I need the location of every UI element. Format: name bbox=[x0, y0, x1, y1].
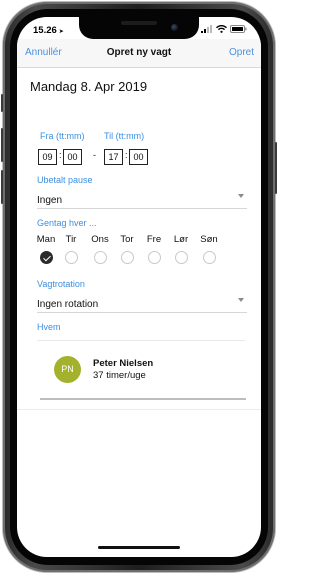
pause-label: Ubetalt pause bbox=[37, 175, 93, 185]
volume-down-button bbox=[1, 170, 3, 204]
from-hour-input[interactable]: 09 bbox=[38, 149, 57, 165]
wifi-icon bbox=[216, 25, 227, 33]
day-checkbox-fri[interactable] bbox=[148, 251, 161, 264]
create-button[interactable]: Opret bbox=[229, 47, 254, 58]
chevron-down-icon bbox=[238, 298, 244, 302]
speaker-grille bbox=[121, 21, 157, 25]
pause-select[interactable]: Ingen bbox=[37, 190, 247, 209]
signal-icon bbox=[201, 25, 212, 33]
to-minute-input[interactable]: 00 bbox=[129, 149, 148, 165]
day-label-mon: Man bbox=[36, 234, 56, 245]
rotation-select[interactable]: Ingen rotation bbox=[37, 294, 247, 313]
repeat-label: Gentag hver ... bbox=[37, 218, 97, 228]
from-time-label: Fra (tt:mm) bbox=[40, 131, 85, 141]
day-checkbox-wed[interactable] bbox=[94, 251, 107, 264]
shift-date[interactable]: Mandag 8. Apr 2019 bbox=[30, 79, 147, 94]
day-label-wed: Ons bbox=[91, 234, 109, 245]
from-minute-input[interactable]: 00 bbox=[63, 149, 82, 165]
status-time: 15.26 ➤ bbox=[33, 25, 64, 36]
location-arrow-icon: ➤ bbox=[58, 29, 64, 35]
pause-underline bbox=[37, 208, 247, 209]
to-hour-input[interactable]: 17 bbox=[104, 149, 123, 165]
person-name: Peter Nielsen bbox=[93, 358, 154, 369]
status-icons bbox=[201, 25, 247, 33]
page-title: Opret ny vagt bbox=[106, 47, 172, 58]
day-checkbox-thu[interactable] bbox=[121, 251, 134, 264]
side-button bbox=[275, 142, 277, 194]
notch bbox=[79, 17, 199, 39]
to-time-label: Til (tt:mm) bbox=[104, 131, 145, 141]
form-end-divider bbox=[17, 409, 261, 410]
day-label-thu: Tor bbox=[120, 234, 134, 245]
mute-switch bbox=[1, 94, 3, 112]
home-indicator[interactable] bbox=[98, 546, 180, 549]
time-range-dash: - bbox=[93, 150, 96, 160]
volume-up-button bbox=[1, 128, 3, 162]
day-label-sat: Lør bbox=[173, 234, 189, 245]
day-checkbox-mon[interactable] bbox=[40, 251, 53, 264]
rotation-underline bbox=[37, 312, 247, 313]
navigation-bar: Annullér Opret ny vagt Opret bbox=[17, 39, 261, 68]
day-checkbox-sat[interactable] bbox=[175, 251, 188, 264]
pause-value: Ingen bbox=[37, 195, 63, 206]
who-label: Hvem bbox=[37, 322, 61, 332]
day-checkbox-sun[interactable] bbox=[203, 251, 216, 264]
screen: 15.26 ➤ Annullér Opret ny vagt Opret Man… bbox=[17, 17, 261, 557]
day-label-sun: Søn bbox=[200, 234, 218, 245]
chevron-down-icon bbox=[238, 194, 244, 198]
person-hours: 37 timer/uge bbox=[93, 370, 146, 381]
rotation-label: Vagtrotation bbox=[37, 279, 85, 289]
front-camera bbox=[171, 24, 178, 31]
who-divider bbox=[37, 340, 245, 341]
avatar: PN bbox=[54, 356, 81, 383]
rotation-value: Ingen rotation bbox=[37, 299, 99, 310]
day-label-fri: Fre bbox=[146, 234, 162, 245]
day-checkbox-tue[interactable] bbox=[65, 251, 78, 264]
battery-icon bbox=[230, 25, 247, 33]
person-underline bbox=[40, 398, 246, 400]
day-label-tue: Tir bbox=[65, 234, 77, 245]
status-time-text: 15.26 bbox=[33, 25, 57, 36]
from-time-colon: : bbox=[59, 150, 62, 160]
to-time-colon: : bbox=[125, 150, 128, 160]
